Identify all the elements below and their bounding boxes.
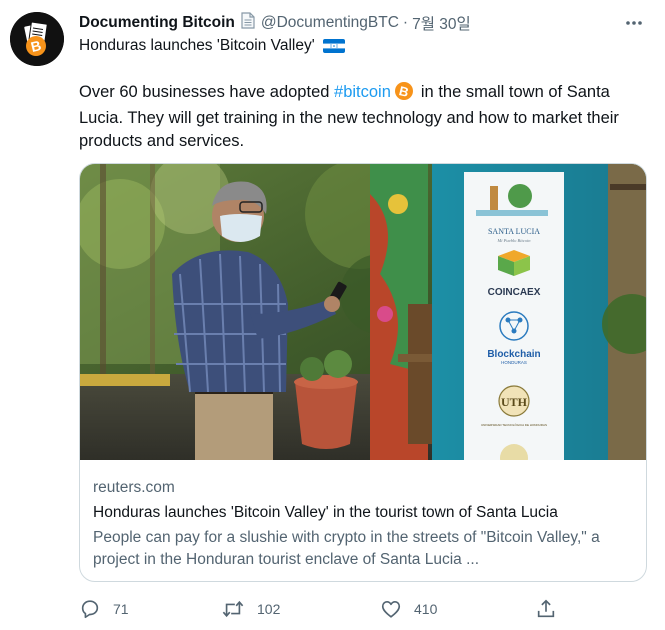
more-horizontal-icon	[626, 21, 642, 25]
card-description: People can pay for a slushie with crypto…	[93, 529, 600, 568]
reply-icon	[81, 600, 99, 619]
reply-count: 71	[113, 601, 129, 617]
more-options-button[interactable]	[621, 12, 647, 34]
heart-icon	[381, 601, 401, 618]
honduras-flag-icon	[322, 39, 345, 53]
banner-brand-1-sub: Mi Pueblo Bitcoin	[497, 238, 532, 243]
reply-button[interactable]: 71	[79, 596, 129, 622]
retweet-icon	[222, 600, 244, 618]
share-button[interactable]	[535, 596, 557, 622]
tweet-text: Over 60 businesses have adopted #bitcoin…	[79, 81, 649, 153]
card-title: Honduras launches 'Bitcoin Valley' in th…	[93, 504, 558, 521]
header-separator: ·	[402, 14, 409, 31]
banner-brand-3-sub: HONDURAS	[501, 360, 527, 365]
document-emoji-icon	[241, 12, 255, 34]
banner-brand-4-sub: UNIVERSIDAD TECNOLÓGICA DE HONDURAS	[481, 422, 547, 427]
like-button[interactable]: 410	[380, 596, 437, 622]
like-count: 410	[414, 601, 438, 617]
author-display-name[interactable]: Documenting Bitcoin	[79, 14, 235, 32]
retweet-button[interactable]: 102	[221, 596, 280, 622]
banner-brand-2: COINCAEX	[488, 287, 541, 298]
tweet-date[interactable]: 7월 30일	[412, 12, 471, 34]
hashtag-link[interactable]: #bitcoin	[334, 83, 391, 101]
tweet-actions: 71 102 410	[79, 596, 559, 622]
banner-brand-3: Blockchain	[487, 349, 540, 360]
author-avatar[interactable]: B	[10, 12, 64, 66]
bitcoin-emoji-icon: B	[394, 82, 413, 107]
share-icon	[537, 599, 555, 618]
card-text: reuters.com Honduras launches 'Bitcoin V…	[93, 478, 634, 571]
author-handle[interactable]: @DocumentingBTC	[261, 14, 399, 32]
banner-brand-1: SANTA LUCIA	[488, 227, 540, 236]
bitcoin-avatar-icon: B	[10, 12, 64, 66]
card-domain: reuters.com	[93, 479, 175, 496]
news-photo: SANTA LUCIA Mi Pueblo Bitcoin COINCAEX B…	[80, 164, 646, 460]
retweet-count: 102	[257, 601, 281, 617]
tweet-header: Documenting Bitcoin @DocumentingBTC · 7월…	[79, 12, 645, 34]
banner-brand-4: UTH	[501, 395, 528, 409]
tweet-title-line: Honduras launches 'Bitcoin Valley'	[79, 37, 345, 55]
tweet-title: Honduras launches 'Bitcoin Valley'	[79, 37, 315, 54]
link-preview-card[interactable]: SANTA LUCIA Mi Pueblo Bitcoin COINCAEX B…	[79, 163, 647, 582]
tweet-text-before: Over 60 businesses have adopted	[79, 83, 335, 101]
